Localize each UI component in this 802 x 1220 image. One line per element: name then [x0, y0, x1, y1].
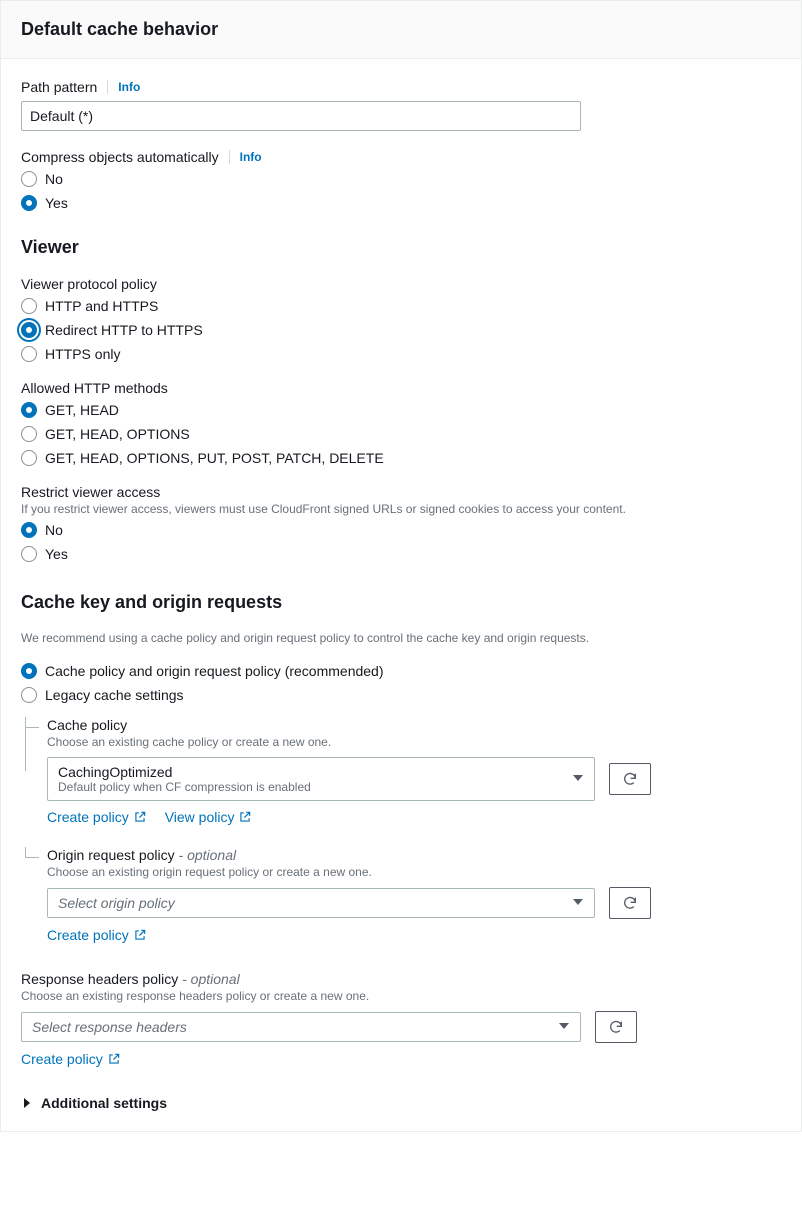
viewer-protocol-https-only[interactable]: HTTPS only: [21, 346, 781, 362]
radio-label: Redirect HTTP to HTTPS: [45, 322, 203, 338]
additional-settings-toggle[interactable]: Additional settings: [21, 1095, 781, 1111]
path-pattern-label: Path pattern: [21, 79, 97, 95]
viewer-protocol-group: HTTP and HTTPS Redirect HTTP to HTTPS HT…: [21, 298, 781, 362]
cache-policy-helper: Choose an existing cache policy or creat…: [47, 735, 781, 749]
cache-mode-legacy[interactable]: Legacy cache settings: [21, 687, 781, 703]
external-link-icon: [107, 1052, 121, 1066]
compress-field: Compress objects automatically Info No Y…: [21, 149, 781, 211]
origin-policy-create-link[interactable]: Create policy: [47, 927, 147, 943]
response-headers-field: Response headers policy - optional Choos…: [21, 971, 781, 1067]
cache-policy-select[interactable]: CachingOptimized Default policy when CF …: [47, 757, 595, 801]
origin-policy-label: Origin request policy - optional: [47, 847, 781, 863]
origin-policy-placeholder: Select origin policy: [58, 895, 564, 911]
refresh-icon: [608, 1019, 624, 1035]
viewer-heading: Viewer: [21, 237, 781, 258]
compress-label: Compress objects automatically: [21, 149, 219, 165]
compress-no-option[interactable]: No: [21, 171, 781, 187]
radio-label: Legacy cache settings: [45, 687, 184, 703]
restrict-access-yes[interactable]: Yes: [21, 546, 781, 562]
viewer-protocol-label: Viewer protocol policy: [21, 276, 781, 292]
response-headers-refresh-button[interactable]: [595, 1011, 637, 1043]
external-link-icon: [238, 810, 252, 824]
response-headers-label: Response headers policy - optional: [21, 971, 781, 987]
allowed-methods-label: Allowed HTTP methods: [21, 380, 781, 396]
path-pattern-field: Path pattern Info: [21, 79, 781, 131]
allowed-methods-get-head-options[interactable]: GET, HEAD, OPTIONS: [21, 426, 781, 442]
external-link-icon: [133, 810, 147, 824]
cache-policy-create-link[interactable]: Create policy: [47, 809, 147, 825]
viewer-protocol-redirect[interactable]: Redirect HTTP to HTTPS: [21, 322, 781, 338]
origin-policy-select[interactable]: Select origin policy: [47, 888, 595, 918]
allowed-methods-get-head[interactable]: GET, HEAD: [21, 402, 781, 418]
cache-key-heading: Cache key and origin requests: [21, 592, 781, 613]
policy-tree: Cache policy Choose an existing cache po…: [21, 717, 781, 943]
radio-label: No: [45, 522, 63, 538]
panel-header: Default cache behavior: [1, 1, 801, 59]
cache-policy-view-link[interactable]: View policy: [165, 809, 253, 825]
cache-policy-refresh-button[interactable]: [609, 763, 651, 795]
allowed-methods-all[interactable]: GET, HEAD, OPTIONS, PUT, POST, PATCH, DE…: [21, 450, 781, 466]
caret-down-icon: [572, 771, 584, 787]
radio-icon: [21, 663, 37, 679]
panel-body: Path pattern Info Compress objects autom…: [1, 59, 801, 1131]
radio-icon: [21, 322, 37, 338]
cache-mode-recommended[interactable]: Cache policy and origin request policy (…: [21, 663, 781, 679]
radio-label: GET, HEAD, OPTIONS: [45, 426, 190, 442]
radio-label: Cache policy and origin request policy (…: [45, 663, 384, 679]
allowed-methods-field: Allowed HTTP methods GET, HEAD GET, HEAD…: [21, 380, 781, 466]
radio-icon: [21, 298, 37, 314]
cache-key-helper: We recommend using a cache policy and or…: [21, 631, 781, 645]
external-link-icon: [133, 928, 147, 942]
radio-icon: [21, 522, 37, 538]
radio-label: GET, HEAD: [45, 402, 119, 418]
refresh-icon: [622, 771, 638, 787]
response-headers-create-link[interactable]: Create policy: [21, 1051, 121, 1067]
radio-label: HTTP and HTTPS: [45, 298, 158, 314]
path-pattern-info-link[interactable]: Info: [107, 80, 140, 94]
response-headers-helper: Choose an existing response headers poli…: [21, 989, 781, 1003]
caret-down-icon: [572, 895, 584, 911]
cache-policy-label: Cache policy: [47, 717, 781, 733]
path-pattern-input[interactable]: [21, 101, 581, 131]
cache-mode-group: Cache policy and origin request policy (…: [21, 663, 781, 703]
allowed-methods-group: GET, HEAD GET, HEAD, OPTIONS GET, HEAD, …: [21, 402, 781, 466]
additional-settings-label: Additional settings: [41, 1095, 167, 1111]
restrict-access-label: Restrict viewer access: [21, 484, 781, 500]
origin-policy-refresh-button[interactable]: [609, 887, 651, 919]
cache-behavior-panel: Default cache behavior Path pattern Info…: [0, 0, 802, 1132]
restrict-access-helper: If you restrict viewer access, viewers m…: [21, 502, 781, 516]
radio-icon: [21, 450, 37, 466]
radio-label: No: [45, 171, 63, 187]
cache-policy-value: CachingOptimized: [58, 764, 564, 780]
radio-label: Yes: [45, 546, 68, 562]
caret-down-icon: [558, 1019, 570, 1035]
compress-radio-group: No Yes: [21, 171, 781, 211]
radio-icon: [21, 346, 37, 362]
origin-policy-branch: Origin request policy - optional Choose …: [25, 847, 781, 943]
radio-icon: [21, 402, 37, 418]
radio-icon: [21, 687, 37, 703]
restrict-access-field: Restrict viewer access If you restrict v…: [21, 484, 781, 562]
radio-label: HTTPS only: [45, 346, 120, 362]
cache-policy-sub: Default policy when CF compression is en…: [58, 780, 564, 794]
cache-policy-branch: Cache policy Choose an existing cache po…: [25, 717, 781, 825]
compress-info-link[interactable]: Info: [229, 150, 262, 164]
caret-right-icon: [21, 1097, 33, 1109]
viewer-protocol-field: Viewer protocol policy HTTP and HTTPS Re…: [21, 276, 781, 362]
restrict-access-no[interactable]: No: [21, 522, 781, 538]
response-headers-select[interactable]: Select response headers: [21, 1012, 581, 1042]
radio-icon: [21, 171, 37, 187]
viewer-protocol-http-https[interactable]: HTTP and HTTPS: [21, 298, 781, 314]
origin-policy-helper: Choose an existing origin request policy…: [47, 865, 781, 879]
radio-icon: [21, 546, 37, 562]
refresh-icon: [622, 895, 638, 911]
radio-icon: [21, 195, 37, 211]
radio-label: GET, HEAD, OPTIONS, PUT, POST, PATCH, DE…: [45, 450, 384, 466]
response-headers-placeholder: Select response headers: [32, 1019, 550, 1035]
panel-title: Default cache behavior: [21, 19, 781, 40]
radio-label: Yes: [45, 195, 68, 211]
radio-icon: [21, 426, 37, 442]
restrict-access-group: No Yes: [21, 522, 781, 562]
compress-yes-option[interactable]: Yes: [21, 195, 781, 211]
